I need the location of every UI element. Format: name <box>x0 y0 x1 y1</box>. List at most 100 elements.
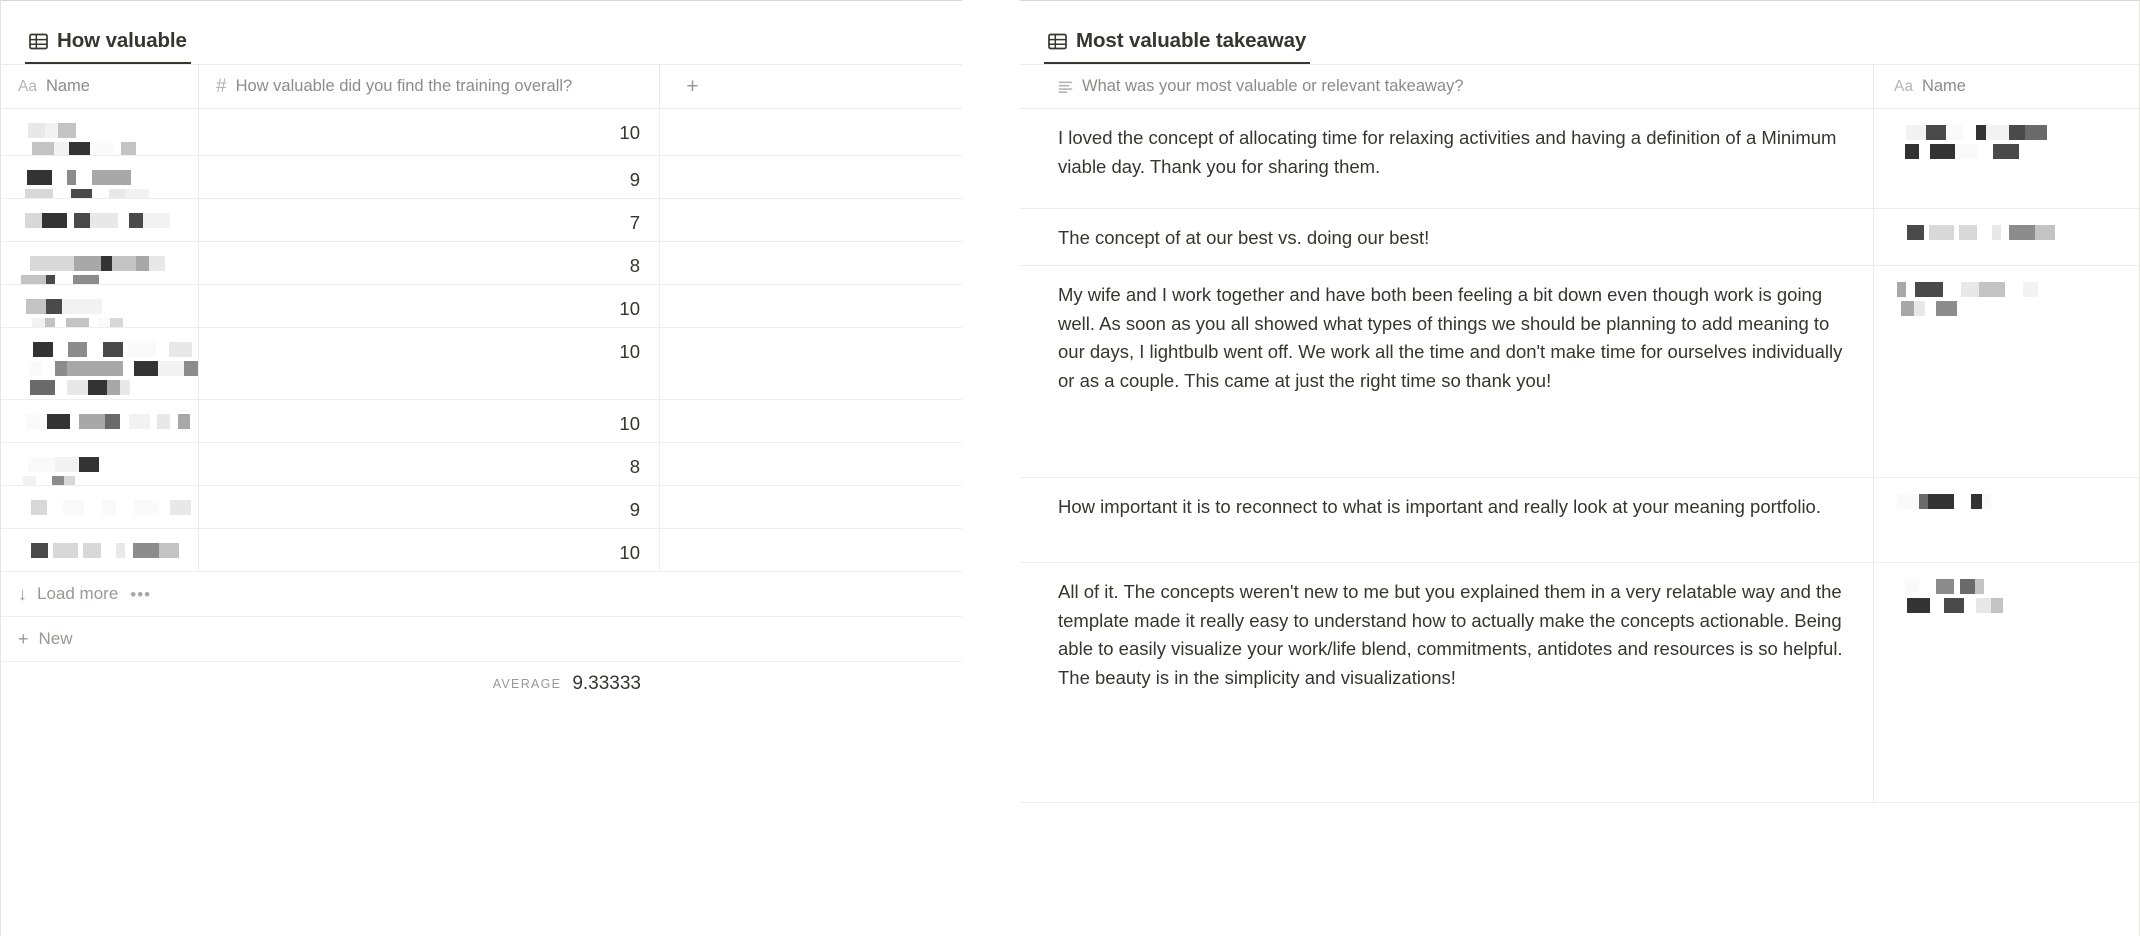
cell-rating[interactable]: 8 <box>199 443 660 485</box>
table-row[interactable]: 10 <box>1 529 962 572</box>
column-header-label: Name <box>45 77 90 95</box>
tab-how-valuable[interactable]: How valuable <box>25 29 191 64</box>
table-row[interactable]: How important it is to reconnect to what… <box>1020 478 2139 563</box>
cell-rating[interactable]: 10 <box>199 400 660 442</box>
cell-name[interactable] <box>1874 209 2139 265</box>
left-database-panel: How valuable Aa Name # How valuable did … <box>0 0 962 936</box>
left-table-body: 10 9 7 8 10 10 10 8 9 10 <box>1 109 962 572</box>
table-row[interactable]: I loved the concept of allocating time f… <box>1020 109 2139 209</box>
aggregate-value: 9.33333 <box>572 673 641 694</box>
cell-trailing <box>660 242 720 284</box>
cell-trailing <box>660 400 720 442</box>
cell-name[interactable] <box>1 400 199 442</box>
right-table-body: I loved the concept of allocating time f… <box>1020 109 2139 803</box>
cell-trailing <box>660 529 720 571</box>
cell-rating[interactable]: 9 <box>199 486 660 528</box>
cell-takeaway[interactable]: The concept of at our best vs. doing our… <box>1020 209 1874 265</box>
cell-name[interactable] <box>1 486 199 528</box>
redacted-name <box>18 169 186 198</box>
cell-trailing <box>660 443 720 485</box>
table-row[interactable]: 9 <box>1 156 962 199</box>
table-row[interactable]: My wife and I work together and have bot… <box>1020 266 2139 478</box>
plus-icon: + <box>18 629 29 649</box>
table-row[interactable]: 10 <box>1 285 962 328</box>
text-type-icon: Aa <box>1894 77 1913 95</box>
table-row[interactable]: 7 <box>1 199 962 242</box>
table-row[interactable]: 8 <box>1 443 962 486</box>
load-more-label: Load more <box>37 584 119 603</box>
right-view-header: Most valuable takeaway <box>1020 1 2139 64</box>
table-row[interactable]: 10 <box>1 109 962 156</box>
redacted-name <box>18 341 198 395</box>
new-row-button[interactable]: + New <box>1 617 962 662</box>
column-header-name[interactable]: Aa Name <box>1874 65 2139 108</box>
column-header-label: Name <box>1921 77 1966 95</box>
cell-name[interactable] <box>1 443 199 485</box>
cell-takeaway[interactable]: How important it is to reconnect to what… <box>1020 478 1874 562</box>
cell-rating[interactable]: 10 <box>199 109 660 155</box>
cell-trailing <box>660 328 720 399</box>
table-grid-icon <box>1048 33 1067 50</box>
column-header-name[interactable]: Aa Name <box>1 65 199 108</box>
cell-trailing <box>660 156 720 198</box>
redacted-name <box>18 212 186 228</box>
redacted-name <box>18 298 186 327</box>
load-more-button[interactable]: ↓ Load more ••• <box>1 572 962 617</box>
cell-name[interactable] <box>1 156 199 198</box>
tab-label: Most valuable takeaway <box>1076 29 1307 52</box>
long-text-type-icon <box>1058 80 1073 93</box>
cell-name[interactable] <box>1 109 199 155</box>
cell-rating[interactable]: 9 <box>199 156 660 198</box>
column-header-label: What was your most valuable or relevant … <box>1082 77 1464 95</box>
redacted-name <box>1894 578 2127 613</box>
redacted-name <box>18 542 186 558</box>
table-row[interactable]: 8 <box>1 242 962 285</box>
cell-takeaway[interactable]: I loved the concept of allocating time f… <box>1020 109 1874 208</box>
column-header-rating[interactable]: # How valuable did you find the training… <box>199 65 660 108</box>
redacted-name <box>18 456 186 485</box>
aggregate-row[interactable]: AVERAGE 9.33333 <box>1 662 660 706</box>
cell-takeaway[interactable]: My wife and I work together and have bot… <box>1020 266 1874 477</box>
column-header-takeaway[interactable]: What was your most valuable or relevant … <box>1020 65 1874 108</box>
cell-name[interactable] <box>1874 109 2139 208</box>
text-type-icon: Aa <box>18 77 37 95</box>
redacted-name <box>1894 224 2127 240</box>
number-type-icon: # <box>216 76 227 97</box>
right-column-header-row: What was your most valuable or relevant … <box>1020 64 2139 109</box>
redacted-name <box>1894 493 2127 509</box>
cell-rating[interactable]: 10 <box>199 529 660 571</box>
panel-gap <box>962 0 1020 936</box>
cell-rating[interactable]: 7 <box>199 199 660 241</box>
cell-name[interactable] <box>1 242 199 284</box>
cell-takeaway[interactable]: All of it. The concepts weren't new to m… <box>1020 563 1874 802</box>
redacted-name <box>18 413 190 429</box>
table-row[interactable]: The concept of at our best vs. doing our… <box>1020 209 2139 266</box>
left-view-header: How valuable <box>1 1 962 64</box>
redacted-name <box>1894 281 2127 316</box>
cell-name[interactable] <box>1 328 199 399</box>
more-options-icon[interactable]: ••• <box>130 586 151 603</box>
cell-name[interactable] <box>1 529 199 571</box>
cell-name[interactable] <box>1874 563 2139 802</box>
aggregate-label: AVERAGE <box>492 677 562 691</box>
cell-name[interactable] <box>1874 478 2139 562</box>
cell-rating[interactable]: 10 <box>199 285 660 327</box>
column-header-label: How valuable did you find the training o… <box>235 77 573 95</box>
table-row[interactable]: All of it. The concepts weren't new to m… <box>1020 563 2139 803</box>
cell-trailing <box>660 109 720 155</box>
table-row[interactable]: 10 <box>1 328 962 400</box>
cell-name[interactable] <box>1 285 199 327</box>
table-grid-icon <box>29 33 48 50</box>
cell-rating[interactable]: 10 <box>199 328 660 399</box>
redacted-name <box>18 499 191 515</box>
cell-trailing <box>660 199 720 241</box>
cell-rating[interactable]: 8 <box>199 242 660 284</box>
cell-name[interactable] <box>1874 266 2139 477</box>
table-row[interactable]: 10 <box>1 400 962 443</box>
add-column-button[interactable]: + <box>660 65 720 108</box>
tab-most-valuable-takeaway[interactable]: Most valuable takeaway <box>1044 29 1311 64</box>
left-column-header-row: Aa Name # How valuable did you find the … <box>1 64 962 109</box>
table-row[interactable]: 9 <box>1 486 962 529</box>
new-row-label: New <box>38 629 73 648</box>
cell-name[interactable] <box>1 199 199 241</box>
